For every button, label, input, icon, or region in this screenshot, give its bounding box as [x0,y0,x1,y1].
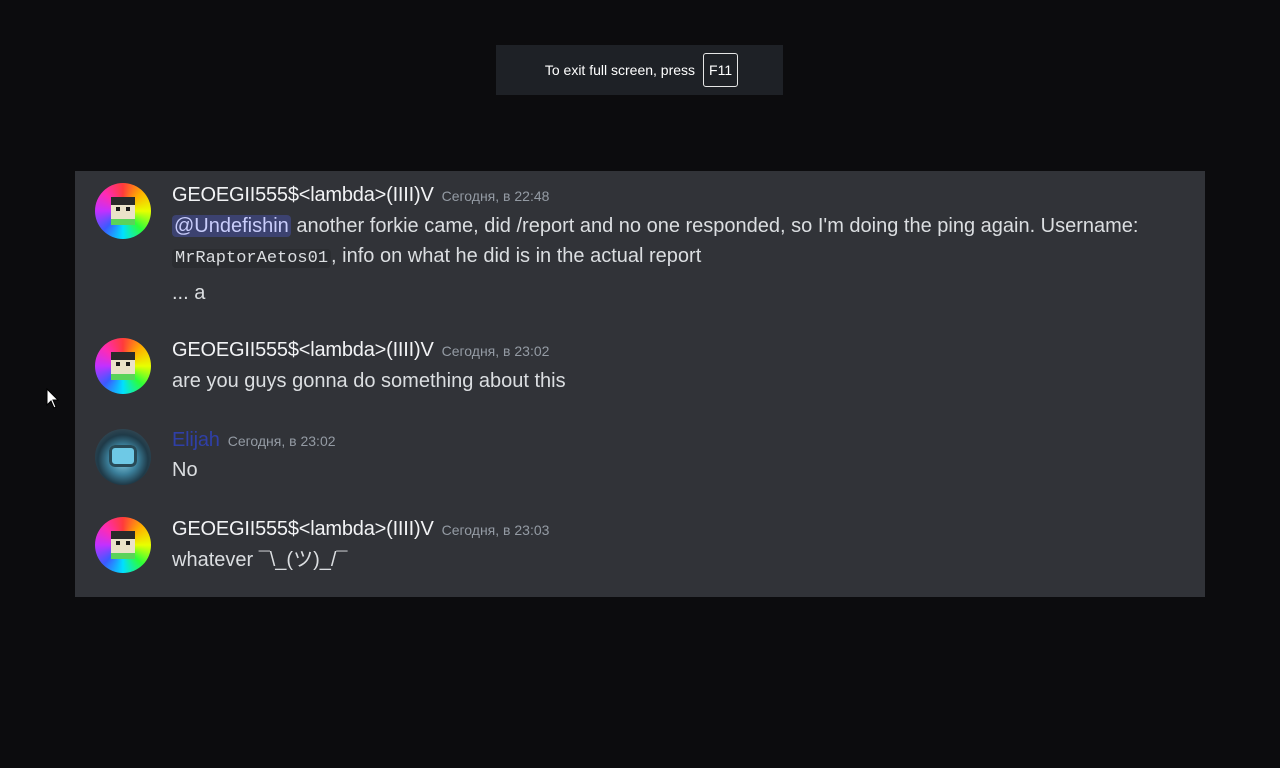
user-avatar[interactable] [95,338,151,394]
username[interactable]: GEOEGII555$<lambda>(IIII)V [172,518,434,540]
message-content: whatever ¯\_(ツ)_/¯ [172,545,347,575]
message-text: ... a [172,282,206,304]
user-mention[interactable]: @Undefishin [172,215,291,237]
username[interactable]: Elijah [172,429,220,451]
user-avatar[interactable] [95,517,151,573]
inline-code: MrRaptorAetos01 [172,249,332,268]
message-text: , info on what he did is in the actual r… [331,245,702,267]
message-text: No [172,459,198,481]
chat-message-list: GEOEGII555$<lambda>(IIII)V Сегодня, в 22:… [75,171,1205,597]
message-text: another forkie came, did /report and no … [290,215,1139,237]
message-text: whatever ¯\_(ツ)_/¯ [172,549,348,571]
user-avatar[interactable] [95,183,151,239]
username[interactable]: GEOEGII555$<lambda>(IIII)V [172,184,434,206]
message-header: GEOEGII555$<lambda>(IIII)V Сегодня, в 22:… [172,184,549,207]
message-header: GEOEGII555$<lambda>(IIII)V Сегодня, в 23:… [172,518,549,541]
mouse-cursor-icon [46,388,60,409]
timestamp[interactable]: Сегодня, в 23:02 [228,433,336,449]
fullscreen-exit-banner: To exit full screen, press F11 [496,45,783,95]
f11-key-hint: F11 [703,53,739,87]
fullscreen-exit-text: To exit full screen, press [544,62,696,78]
user-avatar[interactable] [95,429,151,485]
timestamp[interactable]: Сегодня, в 22:48 [442,188,550,204]
timestamp[interactable]: Сегодня, в 23:03 [442,522,550,538]
message-header: GEOEGII555$<lambda>(IIII)V Сегодня, в 23:… [172,339,549,362]
message-content: MrRaptorAetos01, info on what he did is … [172,241,701,274]
username[interactable]: GEOEGII555$<lambda>(IIII)V [172,339,434,361]
message-content: @Undefishin another forkie came, did /re… [172,211,1139,241]
message-content: No [172,455,198,485]
timestamp[interactable]: Сегодня, в 23:02 [442,343,550,359]
message-text: are you guys gonna do something about th… [172,370,566,392]
message-content: are you guys gonna do something about th… [172,366,566,396]
message-header: Elijah Сегодня, в 23:02 [172,429,336,452]
message-content: ... a [172,278,205,308]
